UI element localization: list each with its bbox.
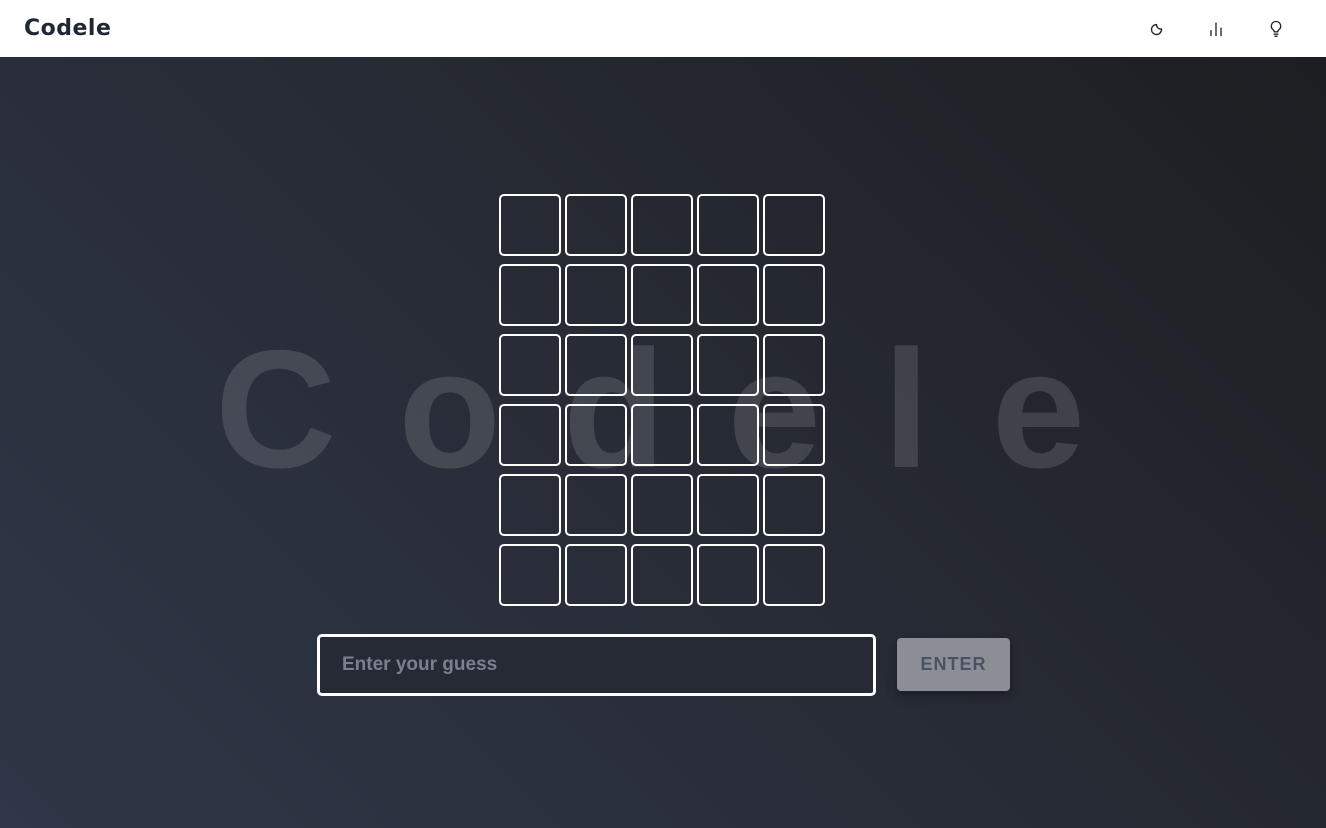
bar-chart-icon[interactable]: [1202, 15, 1230, 43]
grid-tile: [763, 334, 825, 396]
grid-tile: [565, 474, 627, 536]
grid-tile: [697, 544, 759, 606]
grid-tile: [763, 194, 825, 256]
grid-tile: [499, 194, 561, 256]
grid-tile: [631, 474, 693, 536]
guess-input[interactable]: [317, 634, 876, 696]
enter-button[interactable]: ENTER: [897, 638, 1010, 691]
grid-tile: [763, 544, 825, 606]
grid-tile: [697, 334, 759, 396]
grid-tile: [499, 334, 561, 396]
grid-tile: [565, 334, 627, 396]
moon-icon[interactable]: [1142, 15, 1170, 43]
app-title: Codele: [24, 16, 112, 41]
grid-tile: [565, 404, 627, 466]
grid-tile: [631, 334, 693, 396]
grid-tile: [631, 404, 693, 466]
grid-tile: [499, 474, 561, 536]
grid-tile: [763, 474, 825, 536]
grid-tile: [763, 264, 825, 326]
top-bar: Codele: [0, 0, 1326, 57]
game-area: Codele ENTER: [0, 57, 1326, 828]
grid-tile: [763, 404, 825, 466]
grid-tile: [565, 544, 627, 606]
grid-tile: [565, 194, 627, 256]
grid-tile: [631, 544, 693, 606]
grid-tile: [499, 264, 561, 326]
grid-tile: [697, 474, 759, 536]
grid-tile: [697, 194, 759, 256]
grid-tile: [697, 404, 759, 466]
grid-tile: [499, 404, 561, 466]
grid-tile: [631, 194, 693, 256]
grid-tile: [697, 264, 759, 326]
guess-grid: [499, 194, 825, 606]
grid-tile: [499, 544, 561, 606]
lightbulb-icon[interactable]: [1262, 15, 1290, 43]
grid-tile: [631, 264, 693, 326]
grid-tile: [565, 264, 627, 326]
header-actions: [1142, 15, 1302, 43]
